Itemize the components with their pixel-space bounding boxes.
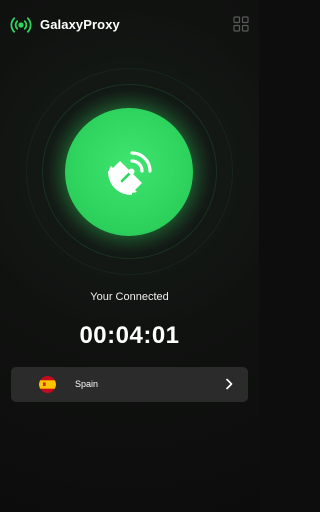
connect-button[interactable]: [65, 108, 193, 236]
satellite-dish-icon: [108, 151, 152, 195]
server-country-name: Spain: [75, 379, 99, 389]
app-screen: GalaxyProxy Your Connected 00:04:01 Spai…: [0, 0, 259, 512]
chevron-right-icon: [226, 378, 233, 390]
connection-status: Your Connected: [90, 291, 169, 303]
broadcast-icon: [10, 17, 32, 33]
server-selector[interactable]: Spain: [11, 367, 248, 402]
spain-flag-icon: [39, 376, 56, 393]
connection-timer: 00:04:01: [79, 322, 180, 349]
grid-icon[interactable]: [233, 16, 249, 32]
app-title: GalaxyProxy: [40, 17, 120, 32]
header: GalaxyProxy: [0, 0, 259, 50]
